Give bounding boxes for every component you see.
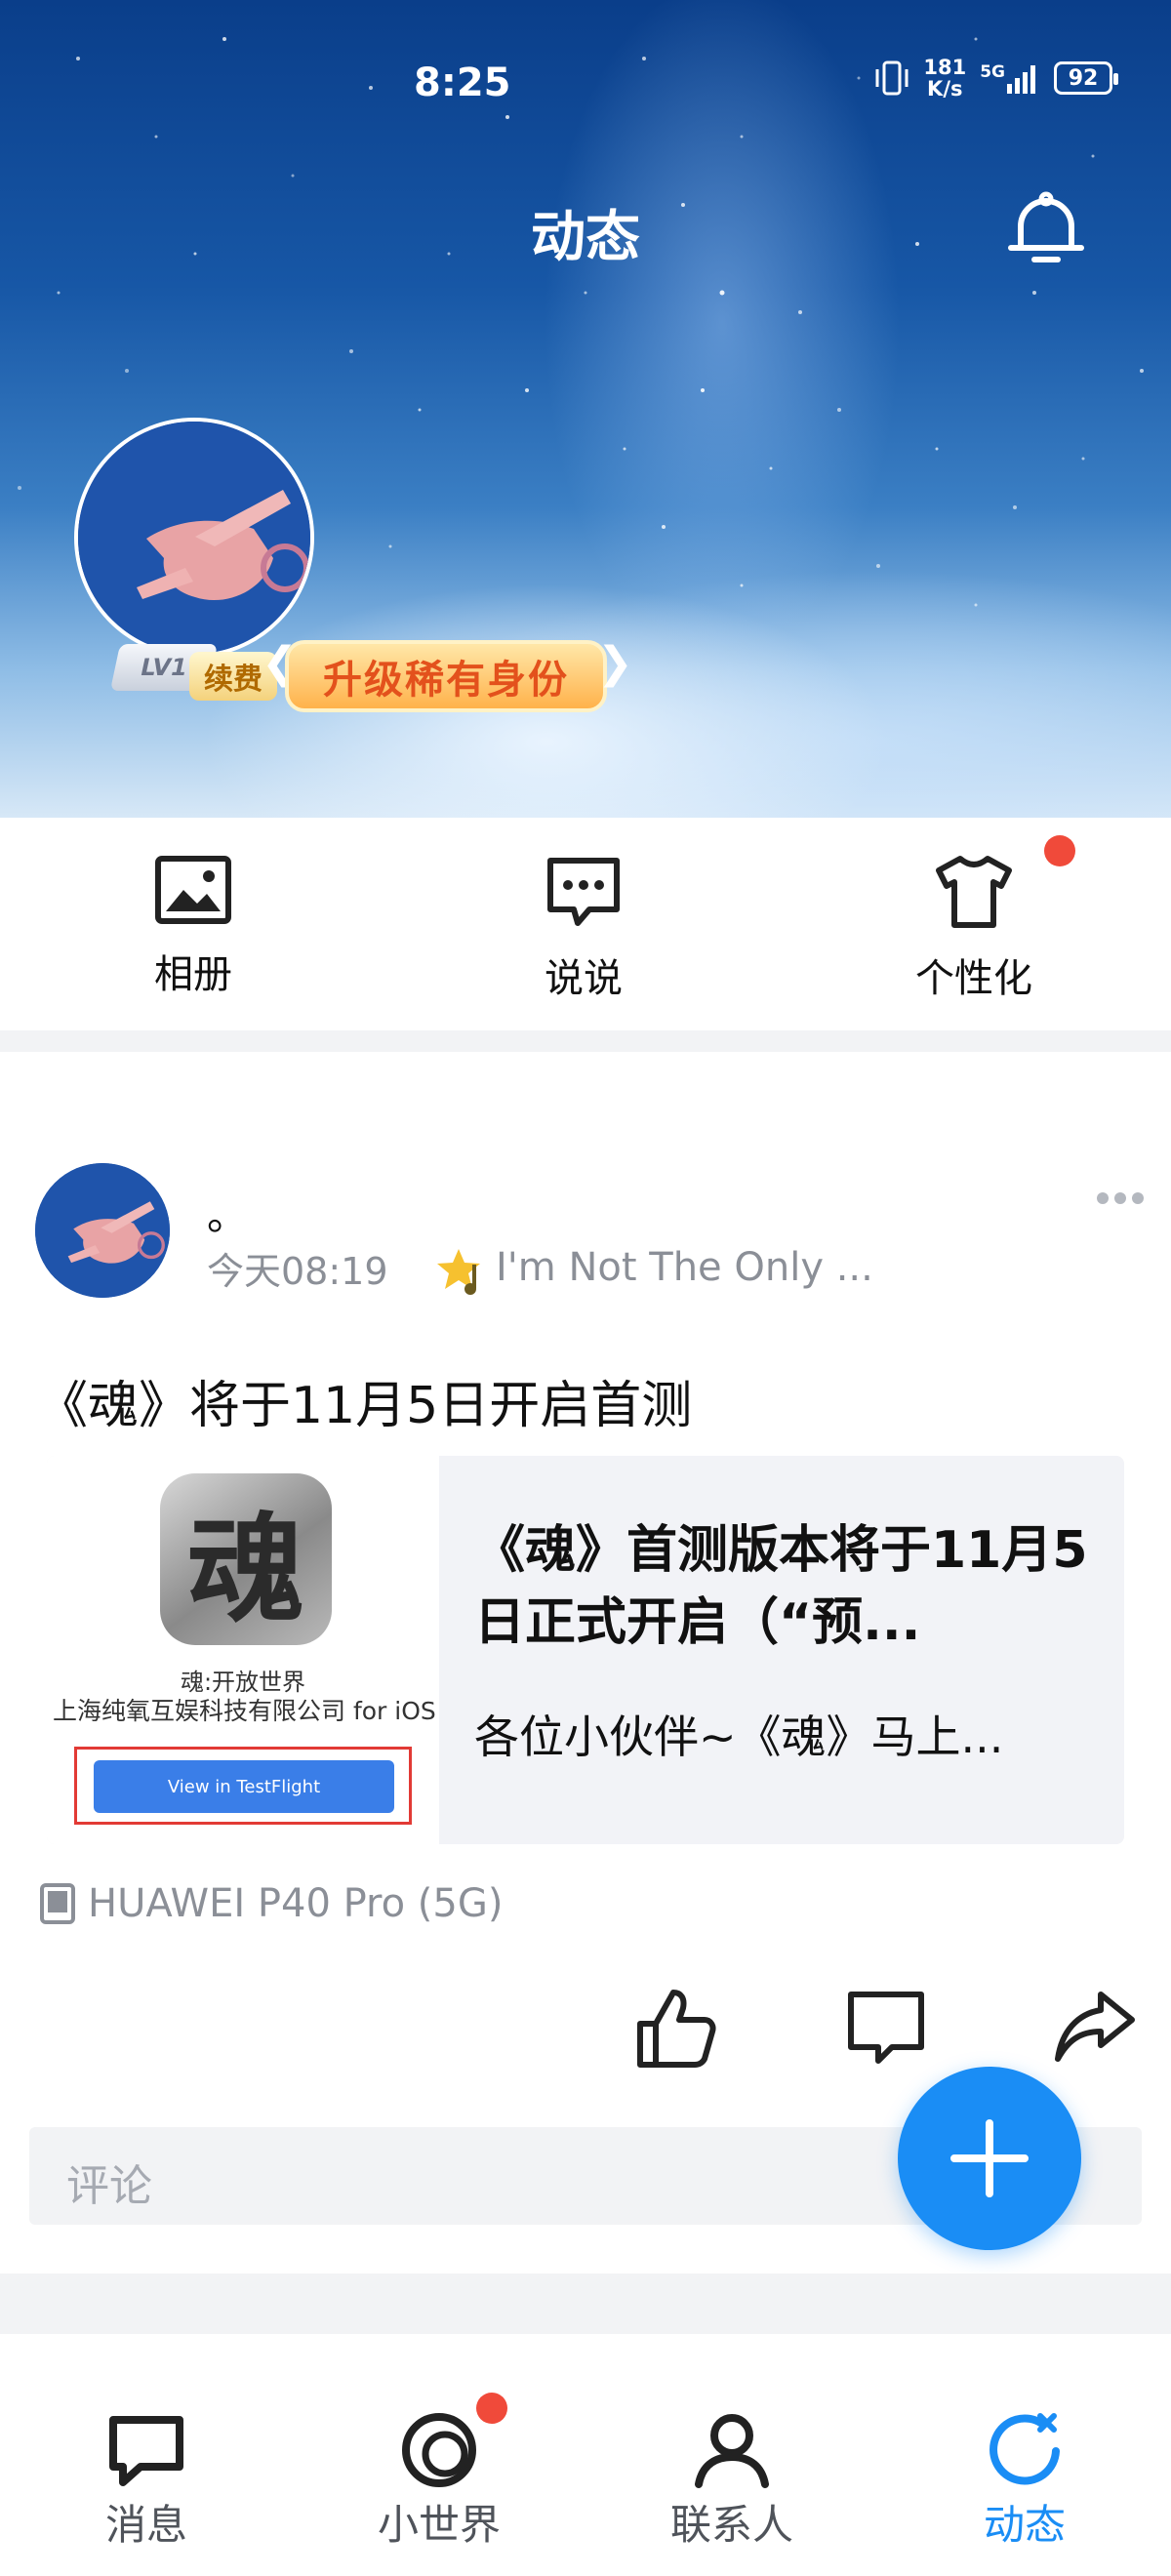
profile-avatar[interactable] [74, 418, 314, 658]
card-title: 《魂》首测版本将于11月5日正式开启（“预... [474, 1521, 1088, 1652]
signal-icon: 5G [980, 62, 1040, 94]
nav-small-world-label: 小世界 [377, 2501, 501, 2549]
app-icon-image: 魂 [160, 1473, 332, 1645]
quick-shuoshuo-label: 说说 [545, 956, 623, 1001]
plus-icon [950, 2119, 1029, 2197]
hand-gesture-image [78, 422, 310, 654]
net-speed: 181 K/s [923, 56, 967, 101]
quick-personalize-label: 个性化 [915, 956, 1032, 1001]
chat-bubble-icon [547, 858, 620, 926]
quick-album[interactable]: 相册 [96, 855, 291, 999]
post-device-label: HUAWEI P40 Pro (5G) [88, 1881, 504, 1926]
section-divider [0, 2274, 1171, 2334]
bell-icon[interactable] [1005, 191, 1087, 271]
world-icon [402, 2413, 476, 2487]
like-icon[interactable] [634, 1987, 716, 2069]
quick-personalize[interactable]: 个性化 [876, 855, 1071, 1003]
post-time: 今天08:19 [207, 1250, 388, 1293]
nav-messages-label: 消息 [104, 2501, 187, 2549]
status-time: 8:25 [414, 60, 511, 105]
bottom-nav: 消息 小世界 联系人 动态 [0, 2334, 1171, 2576]
post-device: HUAWEI P40 Pro (5G) [39, 1881, 503, 1926]
image-icon [155, 856, 231, 924]
share-icon[interactable] [1054, 1987, 1136, 2069]
nav-messages[interactable]: 消息 [49, 2412, 244, 2552]
feed-refresh-icon [989, 2413, 1060, 2485]
post-author-name[interactable]: 。 [207, 1183, 248, 1242]
header-hero: 8:25 181 K/s 5G 92 动态 LV1 续费 ❮ 升级稀有身份 ❯ [0, 0, 1171, 818]
contacts-icon [695, 2414, 769, 2488]
page-title: 动态 [531, 206, 640, 269]
message-icon [109, 2416, 183, 2486]
nav-feed-label: 动态 [983, 2501, 1066, 2549]
nav-small-world[interactable]: 小世界 [342, 2412, 537, 2552]
music-star-icon [437, 1249, 480, 1295]
battery-indicator: 92 [1054, 61, 1118, 95]
post-song[interactable]: I'm Not The Only ... [496, 1245, 873, 1290]
personalize-badge-dot [1044, 835, 1075, 866]
nav-contacts-label: 联系人 [669, 2501, 793, 2549]
shared-link-card[interactable]: 魂 魂:开放世界 上海纯氧互娱科技有限公司 for iOS View in Te… [47, 1456, 1124, 1844]
quick-album-label: 相册 [154, 952, 232, 997]
quick-shuoshuo[interactable]: 说说 [486, 855, 681, 1003]
tshirt-icon [936, 856, 1012, 928]
section-divider [0, 1030, 1171, 1052]
small-world-badge-dot [476, 2393, 507, 2424]
nav-contacts[interactable]: 联系人 [634, 2412, 829, 2552]
card-thumbnail: 魂 魂:开放世界 上海纯氧互娱科技有限公司 for iOS View in Te… [47, 1456, 439, 1844]
add-post-button[interactable] [898, 2067, 1081, 2250]
post-text: 《魂》将于11月5日开启首测 [37, 1377, 693, 1435]
more-options-icon[interactable] [1097, 1192, 1144, 1204]
wing-right-icon: ❯ [597, 638, 633, 688]
vibrate-icon [875, 60, 909, 96]
comment-icon[interactable] [845, 1987, 927, 2069]
quick-actions: 相册 说说 个性化 [0, 818, 1171, 1030]
post-author-avatar[interactable] [35, 1163, 170, 1298]
hand-gesture-image [35, 1163, 170, 1298]
status-indicators: 181 K/s 5G 92 [874, 56, 1118, 101]
phone-icon [40, 1883, 75, 1924]
testflight-button: View in TestFlight [94, 1760, 394, 1813]
nav-feed[interactable]: 动态 [927, 2412, 1122, 2552]
card-description: 各位小伙伴~《魂》马上... [474, 1711, 1004, 1763]
thumb-company: 上海纯氧互娱科技有限公司 for iOS [53, 1697, 436, 1725]
upgrade-badge[interactable]: 升级稀有身份 [285, 640, 607, 712]
comment-placeholder: 评论 [66, 2161, 152, 2211]
